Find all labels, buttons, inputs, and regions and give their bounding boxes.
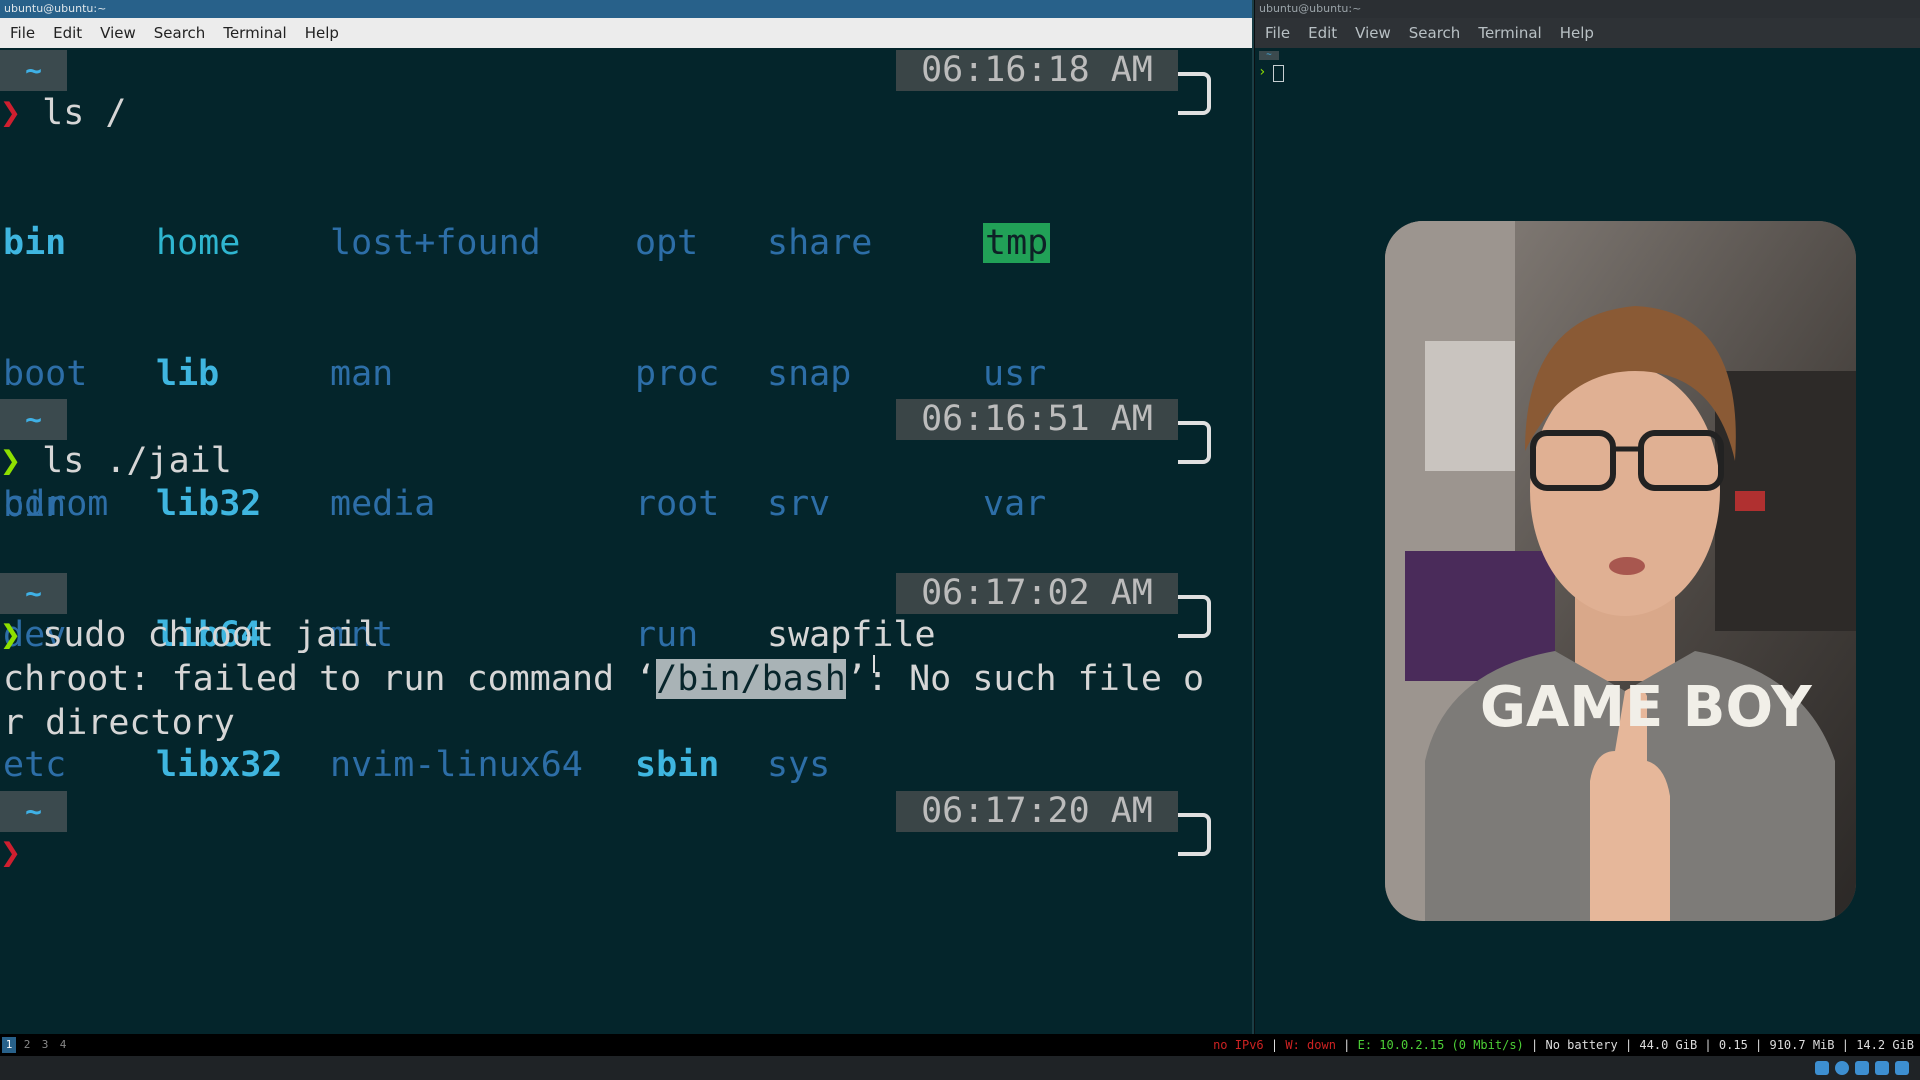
prompt-chevron-icon: ❯: [0, 615, 22, 655]
disk-status: 44.0 GiB: [1639, 1038, 1698, 1052]
prompt-dir-badge: ~: [0, 791, 67, 832]
prompt-chevron-icon: ❯: [0, 441, 22, 481]
menu-edit[interactable]: Edit: [44, 24, 91, 42]
battery-status: No battery: [1545, 1038, 1618, 1052]
system-tray: [0, 1056, 1920, 1080]
text-cursor-icon: [873, 655, 875, 673]
ls-entry: lib32: [156, 484, 262, 524]
left-terminal-window[interactable]: ubuntu@ubuntu:~ File Edit View Search Te…: [0, 0, 1254, 1034]
load-status: 0.15: [1718, 1038, 1748, 1052]
ls-entry: man: [330, 353, 394, 394]
workspace-button[interactable]: 1: [2, 1037, 16, 1053]
ls-entry: media: [330, 484, 436, 524]
menu-edit[interactable]: Edit: [1299, 24, 1346, 42]
ls-entry: snap: [767, 353, 852, 394]
shirt-logo: GAME BOY: [1480, 675, 1813, 740]
status-blocks: no IPv6 | W: down | E: 10.0.2.15 (0 Mbit…: [1213, 1038, 1914, 1052]
menu-help[interactable]: Help: [1551, 24, 1603, 42]
timestamp: 06:16:51 AM: [896, 399, 1178, 440]
menu-search[interactable]: Search: [1400, 24, 1470, 42]
menu-view[interactable]: View: [91, 24, 145, 42]
window-title: ubuntu@ubuntu:~: [0, 0, 1252, 18]
timestamp: 06:16:18 AM: [896, 50, 1178, 91]
timestamp: 06:17:02 AM: [896, 573, 1178, 614]
ls-entry: srv: [767, 484, 831, 524]
command-line[interactable]: ❯: [0, 832, 21, 876]
ls-entry: lib: [156, 353, 220, 394]
ls-entry: share: [767, 223, 873, 263]
wifi-status: W: down: [1285, 1038, 1336, 1052]
prompt-chevron-icon: ›: [1258, 64, 1267, 80]
ls-column: tmp usr var: [983, 135, 1152, 614]
prompt-chevron-icon: ❯: [0, 93, 22, 133]
ls-entry: bin: [3, 223, 67, 263]
ipv6-status: no IPv6: [1213, 1038, 1264, 1052]
menu-view[interactable]: View: [1346, 24, 1400, 42]
ls-entry: nvim-linux64: [330, 745, 583, 785]
menu-file[interactable]: File: [1255, 24, 1299, 42]
ls-entry: lost+found: [330, 223, 541, 263]
prompt-bracket: [1178, 813, 1211, 856]
tray-volume-icon[interactable]: [1855, 1061, 1869, 1075]
prompt-dir-badge: ~: [0, 50, 67, 91]
ethernet-status: E: 10.0.2.15 (0 Mbit/s): [1357, 1038, 1524, 1052]
ls-entry: boot: [3, 353, 88, 394]
workspace-button[interactable]: 3: [38, 1037, 52, 1053]
webcam-image: GAME BOY: [1385, 221, 1856, 921]
webcam-overlay: GAME BOY: [1385, 221, 1856, 921]
prompt-dir-badge: ~: [0, 573, 67, 614]
command-line: ❯ ls ./jail: [0, 440, 232, 484]
window-title: ubuntu@ubuntu:~: [1255, 0, 1920, 18]
prompt-bracket: [1178, 595, 1211, 638]
tray-network-icon[interactable]: [1835, 1061, 1849, 1075]
error-text: ’: No such file o: [845, 659, 1205, 699]
prompt-dir-badge: ~: [1259, 51, 1279, 60]
command-text: ls ./jail: [42, 441, 232, 481]
ls-entry: var: [983, 484, 1047, 524]
prompt-bracket: [1178, 72, 1211, 115]
memory-status: 910.7 MiB: [1769, 1038, 1835, 1052]
prompt-bracket: [1178, 421, 1211, 464]
error-text: chroot: failed to run command ‘: [3, 659, 657, 699]
error-message: chroot: failed to run command ‘/bin/bash…: [3, 658, 1204, 702]
ls-column: home lib lib32 lib64 libx32: [156, 135, 325, 875]
menu-help[interactable]: Help: [296, 24, 348, 42]
terminal-cursor: [1273, 65, 1284, 82]
ls-entry: etc: [3, 745, 67, 785]
ls-entry: libx32: [156, 745, 283, 785]
menu-bar: File Edit View Search Terminal Help: [0, 18, 1252, 48]
menu-search[interactable]: Search: [145, 24, 215, 42]
ls-column: share snap srv swapfile sys: [767, 135, 936, 875]
command-line: ❯ sudo chroot jail: [0, 614, 379, 658]
workspace-button[interactable]: 2: [20, 1037, 34, 1053]
error-message-wrap: r directory: [3, 703, 235, 743]
tray-settings-icon[interactable]: [1895, 1061, 1909, 1075]
timestamp: 06:17:20 AM: [896, 791, 1178, 832]
command-text: sudo chroot jail: [42, 615, 380, 655]
prompt-chevron-icon: ❯: [0, 833, 22, 873]
ls-entry: home: [156, 223, 241, 263]
ls-entry: sys: [767, 745, 831, 785]
tray-app-icon[interactable]: [1815, 1061, 1829, 1075]
ls-entry: usr: [983, 353, 1047, 394]
ls-column: lost+found man media mnt nvim-linux64: [330, 135, 583, 875]
workspace-button[interactable]: 4: [56, 1037, 70, 1053]
prompt-dir-badge: ~: [0, 399, 67, 440]
menu-file[interactable]: File: [0, 24, 44, 42]
menu-terminal[interactable]: Terminal: [1469, 24, 1550, 42]
ls-entry: tmp: [983, 223, 1051, 263]
tray-window-icon[interactable]: [1875, 1061, 1889, 1075]
command-text: ls /: [42, 93, 127, 133]
free-status: 14.2 GiB: [1856, 1038, 1914, 1052]
command-line: ❯ ls /: [0, 92, 126, 136]
selected-text: /bin/bash: [656, 659, 846, 699]
ls-entry: swapfile: [767, 614, 936, 655]
menu-bar: File Edit View Search Terminal Help: [1255, 18, 1920, 48]
command-output: bin: [3, 485, 67, 525]
i3-status-bar: 1 2 3 4 no IPv6 | W: down | E: 10.0.2.15…: [0, 1034, 1920, 1056]
menu-terminal[interactable]: Terminal: [214, 24, 295, 42]
